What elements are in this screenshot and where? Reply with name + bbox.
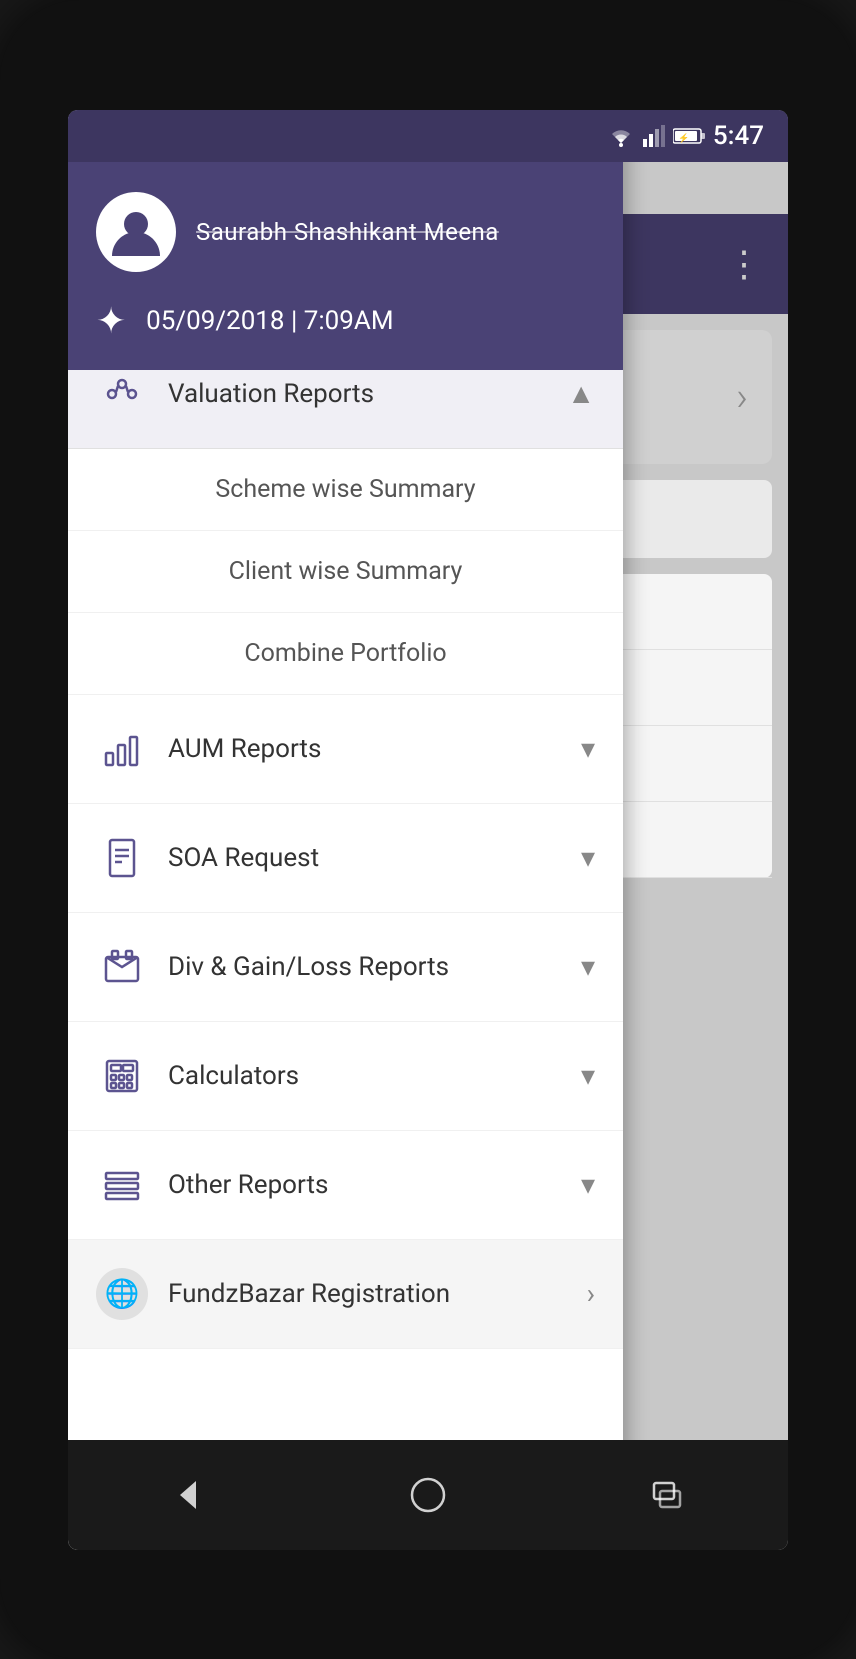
home-button[interactable] bbox=[398, 1465, 458, 1525]
fundzbazar-chevron-icon: › bbox=[587, 1277, 595, 1310]
date-time: 05/09/2018 | 7:09AM bbox=[146, 306, 393, 336]
wifi-icon bbox=[607, 125, 635, 147]
soa-chevron-icon: ▾ bbox=[581, 841, 595, 874]
valuation-icon bbox=[96, 368, 148, 420]
valuation-reports-label: Valuation Reports bbox=[168, 379, 567, 409]
other-chevron-icon: ▾ bbox=[581, 1168, 595, 1201]
other-reports-icon bbox=[96, 1159, 148, 1211]
aum-icon bbox=[96, 723, 148, 775]
fundzbazar-logo-icon: 🌐 bbox=[96, 1268, 148, 1320]
drawer-menu: Valuation Reports ▲ Scheme wise Summary … bbox=[68, 340, 623, 1349]
calculators-label: Calculators bbox=[168, 1061, 581, 1091]
nav-drawer: Saurabh Shashikant Meena ✦ 05/09/2018 | … bbox=[68, 110, 623, 1550]
submenu-client-wise[interactable]: Client wise Summary bbox=[68, 531, 623, 613]
menu-item-other[interactable]: Other Reports ▾ bbox=[68, 1131, 623, 1240]
soa-label: SOA Request bbox=[168, 843, 581, 873]
calculators-icon bbox=[96, 1050, 148, 1102]
divgain-label: Div & Gain/Loss Reports bbox=[168, 952, 581, 982]
scheme-wise-label: Scheme wise Summary bbox=[96, 475, 595, 504]
back-button[interactable] bbox=[158, 1465, 218, 1525]
menu-item-fundzbazar[interactable]: 🌐 FundzBazar Registration › bbox=[68, 1240, 623, 1349]
menu-item-divgain[interactable]: Div & Gain/Loss Reports ▾ bbox=[68, 913, 623, 1022]
battery-icon: ⚡ bbox=[673, 127, 705, 145]
calculators-chevron-icon: ▾ bbox=[581, 1059, 595, 1092]
combine-portfolio-label: Combine Portfolio bbox=[96, 639, 595, 668]
bottom-nav bbox=[68, 1440, 788, 1550]
avatar bbox=[96, 192, 176, 272]
more-options-icon[interactable]: ⋮ bbox=[726, 246, 764, 282]
divgain-chevron-icon: ▾ bbox=[581, 950, 595, 983]
phone-screen: ⋮ g CAGR 00 ↓ › 060.00 ₹ 0.00 bbox=[68, 110, 788, 1550]
signal-icon bbox=[643, 125, 665, 147]
submenu-combine-portfolio[interactable]: Combine Portfolio bbox=[68, 613, 623, 695]
status-bar: ⚡ 5:47 bbox=[68, 110, 788, 162]
menu-item-aum[interactable]: AUM Reports ▾ bbox=[68, 695, 623, 804]
svg-text:⚡: ⚡ bbox=[678, 132, 689, 144]
other-reports-label: Other Reports bbox=[168, 1170, 581, 1200]
divgain-icon bbox=[96, 941, 148, 993]
card-chevron-right[interactable]: › bbox=[736, 373, 748, 420]
recent-apps-button[interactable] bbox=[638, 1465, 698, 1525]
menu-item-soa[interactable]: SOA Request ▾ bbox=[68, 804, 623, 913]
drawer-date-row: ✦ 05/09/2018 | 7:09AM bbox=[96, 300, 595, 342]
aum-label: AUM Reports bbox=[168, 734, 581, 764]
menu-item-calculators[interactable]: Calculators ▾ bbox=[68, 1022, 623, 1131]
calendar-icon: ✦ bbox=[96, 300, 126, 342]
phone-frame: ⋮ g CAGR 00 ↓ › 060.00 ₹ 0.00 bbox=[0, 0, 856, 1659]
submenu-scheme-wise[interactable]: Scheme wise Summary bbox=[68, 449, 623, 531]
drawer-header-top: Saurabh Shashikant Meena bbox=[96, 192, 595, 272]
client-wise-label: Client wise Summary bbox=[96, 557, 595, 586]
valuation-chevron-icon: ▲ bbox=[567, 377, 595, 410]
aum-chevron-icon: ▾ bbox=[581, 732, 595, 765]
user-name: Saurabh Shashikant Meena bbox=[196, 218, 499, 246]
status-time: 5:47 bbox=[713, 121, 764, 151]
fundzbazar-label: FundzBazar Registration bbox=[168, 1279, 587, 1309]
status-icons: ⚡ 5:47 bbox=[607, 121, 764, 151]
soa-icon bbox=[96, 832, 148, 884]
